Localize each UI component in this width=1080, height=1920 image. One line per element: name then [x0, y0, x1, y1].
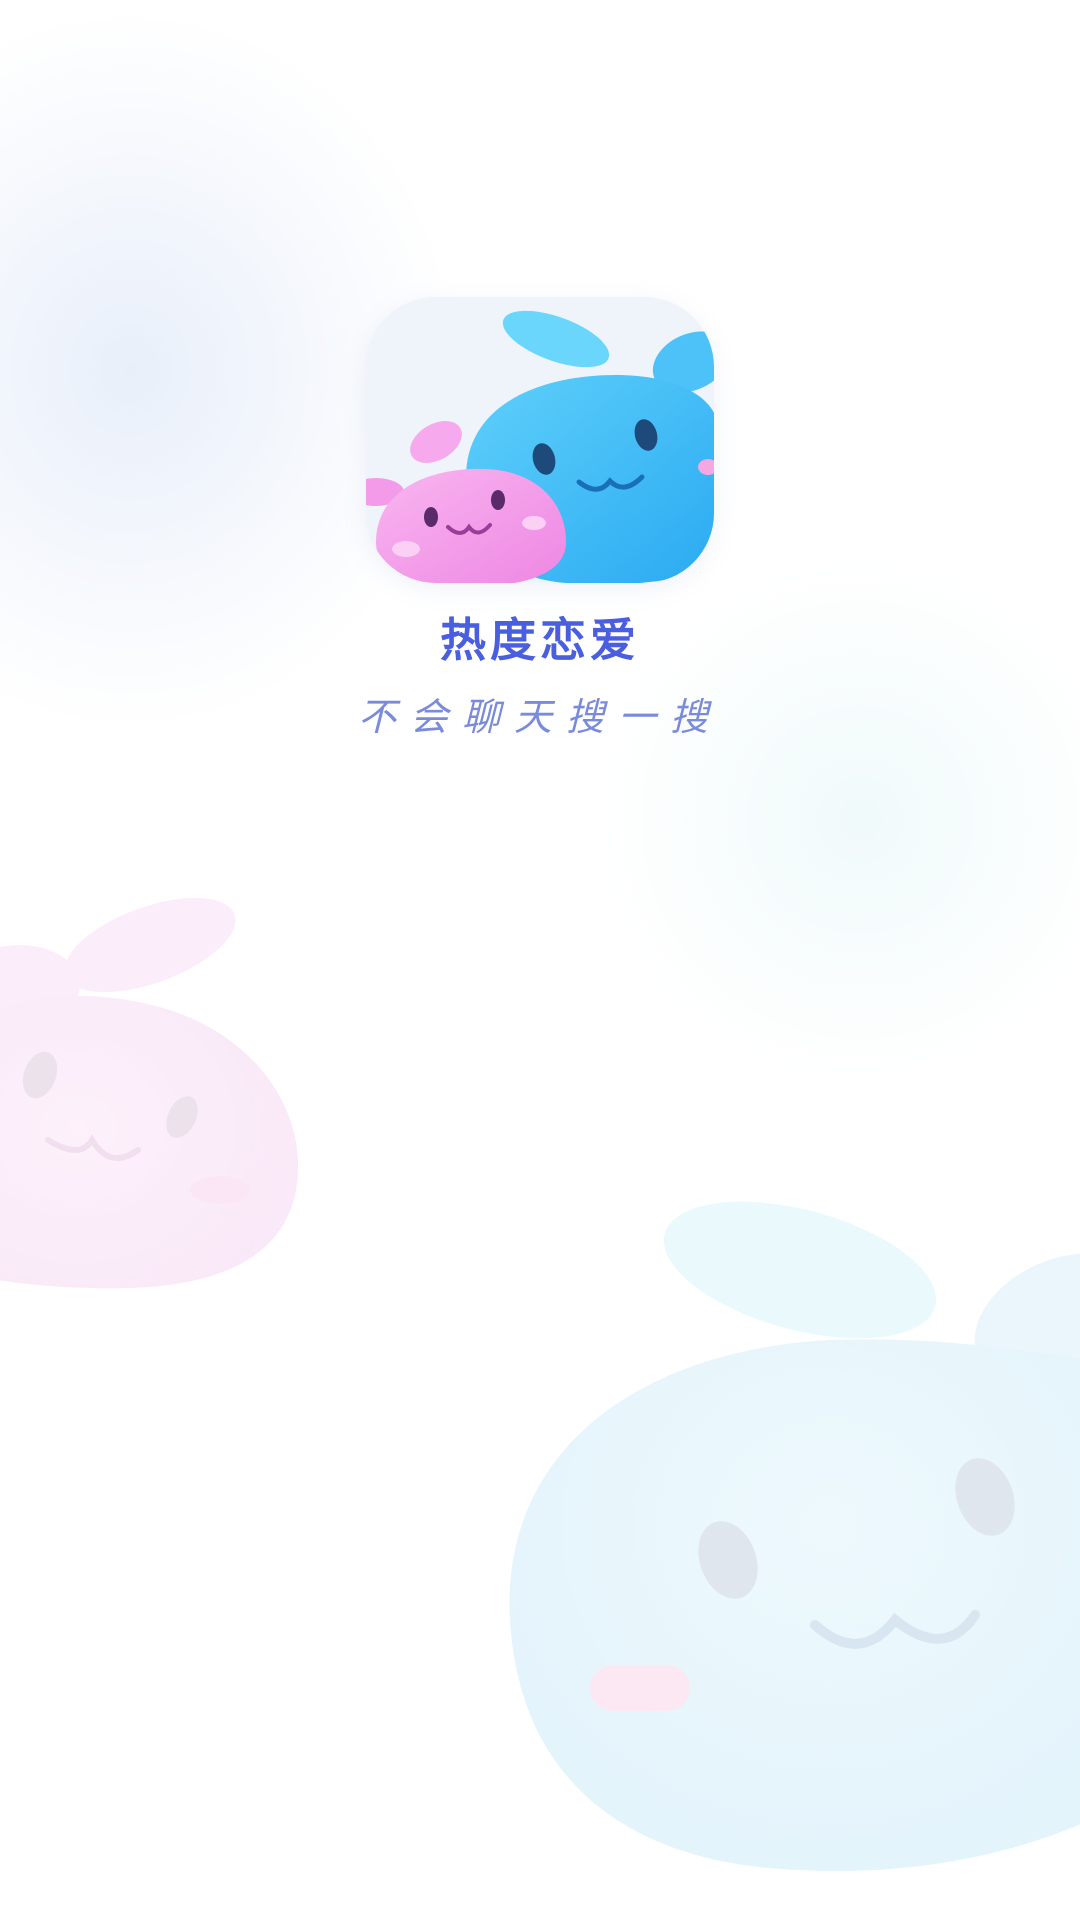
- app-logo-icon: [366, 297, 714, 583]
- background-art: [0, 897, 1080, 1871]
- app-name: 热度恋爱: [440, 613, 640, 667]
- bg-blue-slime: [509, 1201, 1080, 1871]
- app-slogan: 不会聊天搜一搜: [357, 695, 722, 739]
- splash-screen: 热度恋爱 不会聊天搜一搜: [0, 0, 1080, 1920]
- bg-pink-slime: [0, 897, 299, 1289]
